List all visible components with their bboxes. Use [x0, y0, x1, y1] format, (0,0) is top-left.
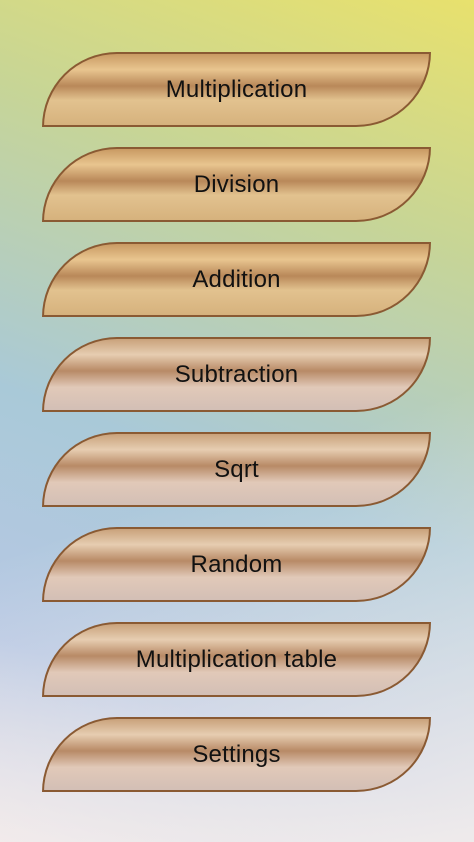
multiplication-label: Multiplication — [165, 75, 308, 103]
main-menu: Multiplication Division Addition Subtrac… — [0, 0, 474, 842]
multiplication-table-label: Multiplication table — [135, 645, 338, 673]
settings-label: Settings — [192, 740, 281, 768]
multiplication-table-button[interactable]: Multiplication table — [42, 622, 431, 697]
multiplication-button[interactable]: Multiplication — [42, 52, 431, 127]
sqrt-button[interactable]: Sqrt — [42, 432, 431, 507]
addition-button[interactable]: Addition — [42, 242, 431, 317]
settings-button[interactable]: Settings — [42, 717, 431, 792]
addition-label: Addition — [192, 265, 281, 293]
sqrt-label: Sqrt — [214, 455, 259, 483]
division-button[interactable]: Division — [42, 147, 431, 222]
subtraction-button[interactable]: Subtraction — [42, 337, 431, 412]
division-label: Division — [193, 170, 280, 198]
subtraction-label: Subtraction — [174, 360, 299, 388]
random-button[interactable]: Random — [42, 527, 431, 602]
random-label: Random — [190, 550, 283, 578]
